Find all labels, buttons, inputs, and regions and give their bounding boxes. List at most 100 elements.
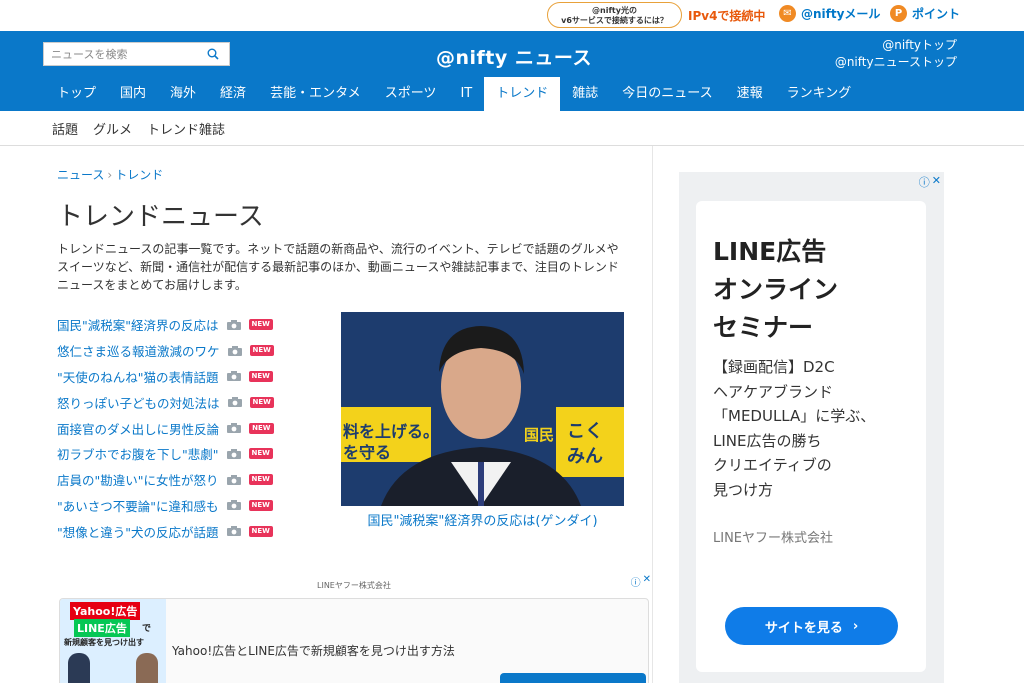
ad-controls: ⓘ ✕: [919, 174, 941, 190]
ad-title: LINE広告 オンライン セミナー: [713, 237, 839, 342]
camera-icon: [226, 448, 241, 459]
list-item: "想像と違う"犬の反応が話題 NEW: [57, 518, 317, 544]
new-badge: NEW: [249, 345, 274, 357]
ad-controls: ⓘ ✕: [631, 574, 651, 589]
ad-thumbnail: Yahoo!広告 LINE広告 で 新規顧客を見つけ出す: [60, 599, 166, 683]
feature-photo[interactable]: 料を上げる。 を守る 国民 こく みん: [341, 312, 624, 506]
nav-item-today[interactable]: 今日のニュース: [610, 77, 724, 111]
ad-close-icon[interactable]: ✕: [932, 174, 941, 190]
search-input[interactable]: [44, 47, 204, 61]
nav-item-it[interactable]: IT: [448, 77, 484, 111]
breadcrumb: ニュース › トレンド: [57, 166, 163, 183]
nifty-top-link[interactable]: @niftyトップ: [835, 37, 957, 54]
ipv6-bubble-line1: @nifty光の: [592, 6, 637, 15]
subnav-item-trend-magazine[interactable]: トレンド雑誌: [147, 119, 225, 138]
news-link[interactable]: 悠仁さま巡る報道激減のワケ: [57, 341, 220, 360]
sidebar-ad[interactable]: ⓘ ✕ LINE広告 オンライン セミナー 【録画配信】D2C ヘアケアブランド…: [679, 172, 944, 683]
nav-item-economy[interactable]: 経済: [208, 77, 258, 111]
subnav-item-topics[interactable]: 話題: [52, 119, 78, 138]
news-link[interactable]: 店員の"勘違い"に女性が怒り: [57, 470, 219, 489]
new-badge: NEW: [248, 448, 273, 460]
list-item: "天使のねんね"猫の表情話題 NEW: [57, 364, 317, 390]
news-link[interactable]: "天使のねんね"猫の表情話題: [57, 367, 219, 386]
camera-icon: [226, 474, 241, 485]
new-badge: NEW: [248, 370, 273, 382]
left-column: ニュース › トレンド トレンドニュース トレンドニュースの記事一覧です。ネットで話…: [0, 146, 653, 683]
camera-icon: [226, 371, 241, 382]
ad-thumb-person: [68, 653, 90, 683]
ad-cta-button[interactable]: [500, 673, 646, 683]
mail-link[interactable]: ✉ @niftyメール: [779, 5, 880, 22]
news-link[interactable]: 怒りっぽい子どもの対処法は: [57, 393, 220, 412]
nifty-news-top-link[interactable]: @niftyニューストップ: [835, 54, 957, 71]
point-link[interactable]: P ポイント: [890, 5, 960, 22]
nav-item-sports[interactable]: スポーツ: [373, 77, 449, 111]
nav-item-trend[interactable]: トレンド: [484, 77, 561, 111]
list-item: 店員の"勘違い"に女性が怒り NEW: [57, 467, 317, 493]
site-header: @nifty ニュース @niftyトップ @niftyニューストップ トップ …: [0, 31, 1024, 111]
ad-company: LINEヤフー株式会社: [713, 531, 834, 546]
camera-icon: [226, 526, 241, 537]
nav-item-top[interactable]: トップ: [45, 77, 108, 111]
sub-nav: 話題 グルメ トレンド雑誌: [0, 111, 1024, 146]
ad-info-icon[interactable]: ⓘ: [631, 574, 641, 589]
point-label: ポイント: [912, 7, 961, 21]
list-item: 初ラブホでお腹を下し"悲劇" NEW: [57, 441, 317, 467]
news-link[interactable]: "あいさつ不要論"に違和感も: [57, 496, 219, 515]
banner-text-right2a: こく: [567, 421, 603, 442]
camera-icon: [226, 500, 241, 511]
mail-icon: ✉: [779, 5, 796, 22]
new-badge: NEW: [248, 525, 273, 537]
camera-icon: [227, 397, 242, 408]
list-item: 怒りっぽい子どもの対処法は NEW: [57, 389, 317, 415]
subnav-item-gourmet[interactable]: グルメ: [93, 119, 132, 138]
chevron-right-icon: ›: [852, 618, 859, 634]
site-logo[interactable]: @nifty ニュース: [436, 43, 592, 70]
point-icon: P: [890, 5, 907, 22]
news-link[interactable]: 国民"減税案"経済界の反応は: [57, 315, 219, 334]
ipv6-bubble-line2: v6サービスで接続するには？: [561, 16, 668, 25]
mail-label: @niftyメール: [801, 7, 881, 21]
breadcrumb-current[interactable]: トレンド: [115, 168, 163, 182]
search-icon[interactable]: [204, 45, 222, 63]
ad-card[interactable]: Yahoo!広告 LINE広告 で 新規顧客を見つけ出す Yahoo!広告とLI…: [59, 598, 649, 683]
new-badge: NEW: [249, 396, 274, 408]
nav-item-ranking[interactable]: ランキング: [775, 77, 864, 111]
nav-item-world[interactable]: 海外: [158, 77, 208, 111]
ipv6-status-link[interactable]: IPv4で接続中: [688, 7, 765, 24]
ad-thumb-line: LINE広告: [74, 619, 130, 637]
ad-card[interactable]: LINE広告 オンライン セミナー 【録画配信】D2C ヘアケアブランド 「ME…: [696, 201, 926, 672]
ad-close-icon[interactable]: ✕: [643, 574, 651, 589]
camera-icon: [227, 345, 242, 356]
banner-text-left2: を守る: [343, 443, 391, 462]
banner-text-right2b: みん: [567, 446, 603, 467]
new-badge: NEW: [249, 422, 274, 434]
breadcrumb-home[interactable]: ニュース: [57, 168, 104, 182]
news-link[interactable]: "想像と違う"犬の反応が話題: [57, 522, 219, 541]
list-item: 国民"減税案"経済界の反応は NEW: [57, 312, 317, 338]
ad-visit-site-button[interactable]: サイトを見る ›: [725, 607, 898, 645]
news-link[interactable]: 面接官のダメ出しに男性反論: [57, 419, 219, 438]
list-item: 面接官のダメ出しに男性反論 NEW: [57, 415, 317, 441]
new-badge: NEW: [248, 319, 273, 331]
ad-advertiser-label: LINEヤフー株式会社: [317, 581, 391, 590]
nav-item-entertainment[interactable]: 芸能・エンタメ: [258, 77, 373, 111]
feature-caption[interactable]: 国民"減税案"経済界の反応は(ゲンダイ): [341, 510, 624, 529]
nav-item-breaking[interactable]: 速報: [725, 77, 775, 111]
page-title: トレンドニュース: [57, 202, 264, 232]
camera-icon: [226, 319, 241, 330]
search-box: [43, 42, 230, 66]
ad-button-label: サイトを見る: [764, 620, 843, 636]
ad-info-icon[interactable]: ⓘ: [919, 174, 930, 190]
main-content: ニュース › トレンド トレンドニュース トレンドニュースの記事一覧です。ネットで話…: [0, 146, 1024, 683]
ad-thumb-person: [136, 653, 158, 683]
feature-photo-art: 料を上げる。 を守る 国民 こく みん: [341, 312, 624, 506]
page-intro: トレンドニュースの記事一覧です。ネットで話題の新商品や、流行のイベント、テレビで…: [57, 242, 619, 292]
banner-text-right: 国民: [524, 426, 554, 444]
nav-item-magazine[interactable]: 雑誌: [560, 77, 610, 111]
nav-item-domestic[interactable]: 国内: [108, 77, 158, 111]
ipv6-info-bubble[interactable]: @nifty光の v6サービスで接続するには？: [547, 2, 682, 28]
news-link[interactable]: 初ラブホでお腹を下し"悲劇": [57, 444, 219, 463]
ad-banner-bottom[interactable]: LINEヤフー株式会社 ⓘ ✕ Yahoo!広告 LINE広告 で 新規顧客を見…: [57, 572, 653, 683]
new-badge: NEW: [248, 474, 273, 486]
